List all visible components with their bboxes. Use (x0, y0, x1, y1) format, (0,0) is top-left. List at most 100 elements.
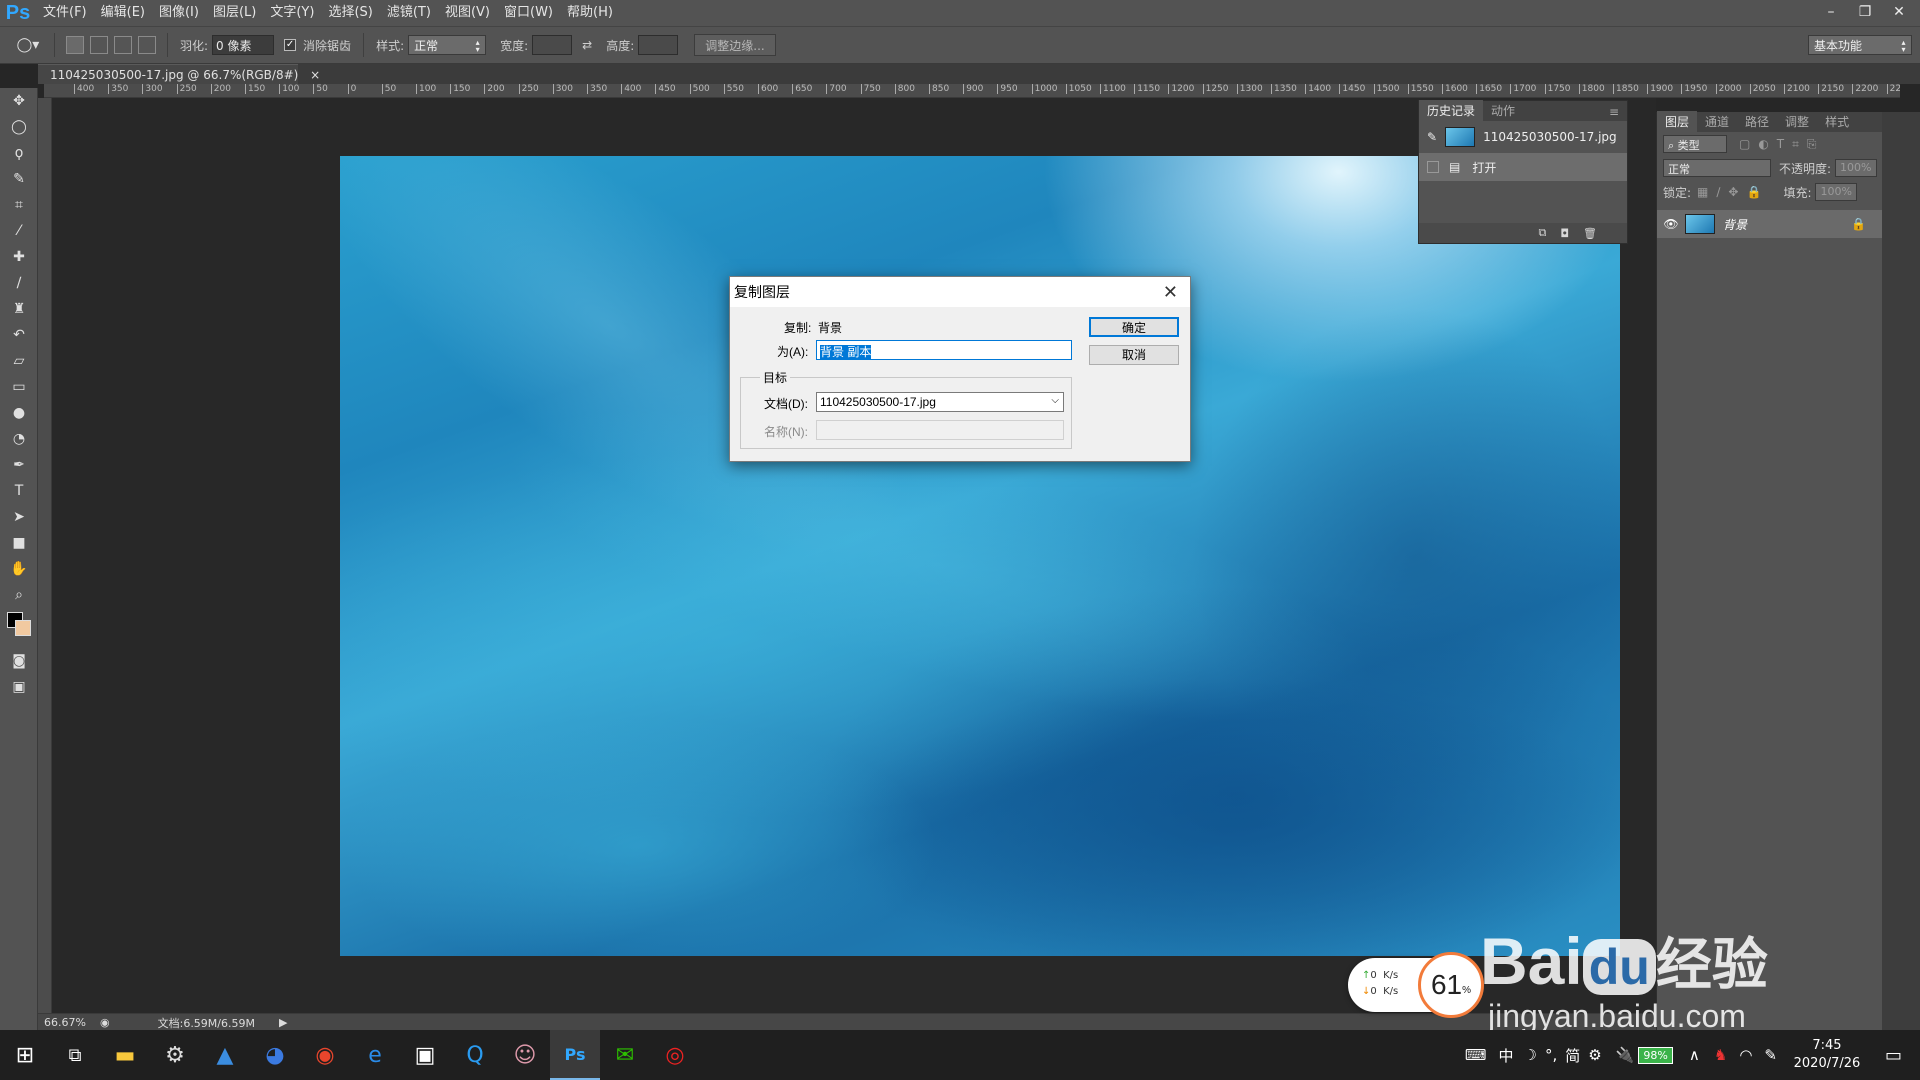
swap-icon[interactable]: ⇄ (582, 38, 592, 52)
history-source-box[interactable] (1427, 161, 1439, 173)
power-plug-icon[interactable]: 🔌 (1616, 1046, 1635, 1064)
quick-select-tool-icon[interactable]: ✎ (0, 166, 38, 192)
layer-name-input[interactable]: 背景 副本 (816, 340, 1072, 360)
tab-paths[interactable]: 路径 (1737, 111, 1777, 132)
shape-tool-icon[interactable]: ■ (0, 530, 38, 556)
wifi-icon[interactable]: ◠ (1739, 1046, 1752, 1064)
file-explorer-icon[interactable]: ▬ (100, 1030, 150, 1080)
eye-icon[interactable]: 👁 (1657, 217, 1685, 231)
antialias-checkbox[interactable]: ✓ (284, 39, 297, 51)
clock[interactable]: 7:45 2020/7/26 (1787, 1037, 1867, 1073)
menu-help[interactable]: 帮助(H) (560, 0, 620, 26)
background-color[interactable] (15, 620, 31, 636)
app-l-icon[interactable]: ◕ (250, 1030, 300, 1080)
width-input[interactable] (532, 35, 573, 55)
brush-tool-icon[interactable]: ∕ (0, 270, 38, 296)
history-snapshot[interactable]: ✎ 110425030500-17.jpg (1419, 121, 1627, 153)
hand-tool-icon[interactable]: ✋ (0, 556, 38, 582)
refine-edge-button[interactable]: 调整边缘... (694, 34, 776, 56)
settings-icon[interactable]: ⚙ (150, 1030, 200, 1080)
lock-icon[interactable]: 🔒 (1851, 217, 1866, 231)
tab-actions[interactable]: 动作 (1483, 100, 1523, 121)
menu-filter[interactable]: 滤镜(T) (380, 0, 438, 26)
tab-layers[interactable]: 图层 (1657, 111, 1698, 132)
menu-layer[interactable]: 图层(L) (206, 0, 263, 26)
menu-file[interactable]: 文件(F) (36, 0, 94, 26)
new-document-from-state-icon[interactable]: ⧉ (1538, 226, 1546, 240)
menu-select[interactable]: 选择(S) (321, 0, 379, 26)
screen-mode-icon[interactable]: ▣ (0, 674, 38, 700)
pen-icon[interactable]: ✎ (1764, 1046, 1777, 1064)
tab-adjustments[interactable]: 调整 (1777, 111, 1817, 132)
subtract-selection-icon[interactable] (114, 36, 132, 54)
eraser-tool-icon[interactable]: ▱ (0, 348, 38, 374)
height-input[interactable] (638, 35, 679, 55)
browser-q-icon[interactable]: Q (450, 1030, 500, 1080)
trash-icon[interactable]: 🗑 (1583, 227, 1597, 240)
close-button[interactable]: ✕ (1882, 0, 1916, 24)
ie-icon[interactable]: e (350, 1030, 400, 1080)
color-swatches[interactable] (0, 608, 38, 648)
netease-music-icon[interactable]: ◎ (650, 1030, 700, 1080)
history-brush-tool-icon[interactable]: ↶ (0, 322, 38, 348)
store-icon[interactable]: ▣ (400, 1030, 450, 1080)
wechat-icon[interactable]: ✉ (600, 1030, 650, 1080)
crop-tool-icon[interactable]: ⌗ (0, 192, 38, 218)
menu-view[interactable]: 视图(V) (438, 0, 497, 26)
new-selection-icon[interactable] (66, 36, 84, 54)
intersect-selection-icon[interactable] (138, 36, 156, 54)
keyboard-icon[interactable]: ⌨ (1465, 1046, 1487, 1064)
photoshop-taskbar-icon[interactable]: Ps (550, 1030, 600, 1080)
ime-settings-icon[interactable]: ⚙ (1588, 1046, 1601, 1064)
layer-filter-select[interactable]: ⌕ 类型 (1663, 135, 1727, 153)
layer-filter-icons[interactable]: ▢◐T⌗⎘ (1739, 137, 1825, 152)
menu-window[interactable]: 窗口(W) (497, 0, 560, 26)
eyedropper-tool-icon[interactable]: ⁄ (0, 218, 38, 244)
blur-tool-icon[interactable]: ● (0, 400, 38, 426)
minimize-button[interactable]: – (1814, 0, 1848, 24)
elliptical-marquee-preset-icon[interactable]: ◯▾ (10, 32, 46, 58)
menu-type[interactable]: 文字(Y) (263, 0, 321, 26)
style-select[interactable]: 正常 (408, 35, 487, 55)
move-tool-icon[interactable]: ✥ (0, 88, 38, 114)
ime-mode[interactable]: 中 (1499, 1045, 1514, 1066)
task-view-icon[interactable]: ⧉ (50, 1030, 100, 1080)
photos-icon[interactable]: ▲ (200, 1030, 250, 1080)
type-tool-icon[interactable]: T (0, 478, 38, 504)
history-step[interactable]: ▤ 打开 (1419, 153, 1627, 181)
zoom-level[interactable]: 66.67% (44, 1016, 92, 1029)
camera-icon[interactable]: ◘ (1560, 227, 1569, 240)
punctuation-icon[interactable]: °, (1545, 1046, 1557, 1064)
gradient-tool-icon[interactable]: ▭ (0, 374, 38, 400)
chevron-up-icon[interactable]: ∧ (1689, 1046, 1700, 1064)
chrome-icon[interactable]: ◉ (300, 1030, 350, 1080)
menu-edit[interactable]: 编辑(E) (94, 0, 152, 26)
restore-button[interactable]: ❐ (1848, 0, 1882, 24)
lock-icons[interactable]: ▦∕✥🔒 (1697, 185, 1769, 199)
dialog-close-icon[interactable]: ✕ (1163, 277, 1178, 307)
ime-charset[interactable]: 简 (1565, 1045, 1580, 1066)
zoom-tool-icon[interactable]: ⌕ (0, 582, 38, 608)
pen-tool-icon[interactable]: ✒ (0, 452, 38, 478)
menu-image[interactable]: 图像(I) (152, 0, 206, 26)
quick-mask-icon[interactable]: ◙ (0, 648, 38, 674)
notification-icon[interactable]: ▭ (1885, 1045, 1902, 1066)
feather-input[interactable]: 0 像素 (212, 35, 275, 55)
tab-styles[interactable]: 样式 (1817, 111, 1857, 132)
cancel-button[interactable]: 取消 (1089, 345, 1179, 365)
moon-icon[interactable]: ☽ (1524, 1046, 1537, 1064)
stamp-tool-icon[interactable]: ♜ (0, 296, 38, 322)
qq-icon[interactable]: ♞ (1714, 1046, 1727, 1064)
history-brush-source-icon[interactable]: ✎ (1427, 130, 1437, 144)
layer-name[interactable]: 背景 (1723, 216, 1747, 233)
layer-row[interactable]: 👁 背景 🔒 (1657, 210, 1882, 238)
ok-button[interactable]: 确定 (1089, 317, 1179, 337)
document-tab-close[interactable]: × (310, 68, 320, 82)
blend-mode-select[interactable]: 正常 (1663, 159, 1771, 177)
status-menu-arrow[interactable]: ▶ (279, 1016, 287, 1029)
tab-history[interactable]: 历史记录 (1419, 100, 1484, 121)
healing-tool-icon[interactable]: ✚ (0, 244, 38, 270)
panel-menu-icon[interactable]: ≡ (1601, 103, 1627, 121)
add-selection-icon[interactable] (90, 36, 108, 54)
marquee-tool-icon[interactable]: ◯ (0, 114, 38, 140)
